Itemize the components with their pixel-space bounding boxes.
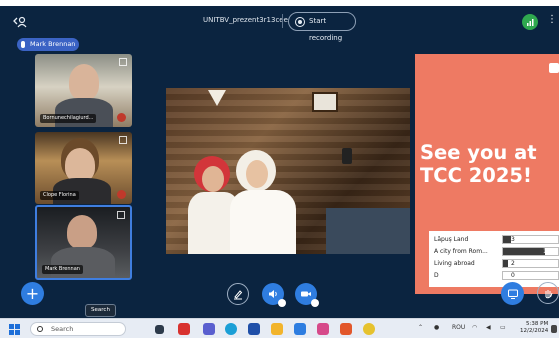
screen: UNITBV_prezent3r13cee Start recording ⋮ … (0, 0, 559, 338)
presenter-badge: Mark Brennan (17, 38, 79, 51)
chat-app-icon[interactable] (317, 323, 329, 335)
phone (342, 148, 352, 164)
shared-photo (166, 88, 410, 254)
monitor-icon (507, 289, 518, 299)
language-indicator[interactable]: ROU (452, 324, 465, 331)
audio-status-badge (278, 299, 286, 307)
tray-arrow-icon[interactable]: ⌃ (418, 324, 423, 331)
explorer-app-icon[interactable] (271, 323, 283, 335)
participant-video (69, 64, 99, 100)
start-recording-label: Start recording (309, 17, 343, 42)
bottom-toolbar: + Search (0, 282, 559, 318)
expand-icon[interactable] (117, 211, 125, 219)
annotate-button[interactable] (227, 283, 249, 305)
meeting-app: UNITBV_prezent3r13cee Start recording ⋮ … (0, 6, 559, 318)
pdf-app-icon[interactable] (178, 323, 190, 335)
poll-option-label: Lăpuș Land (434, 236, 469, 243)
more-options-icon[interactable]: ⋮ (547, 14, 557, 25)
poll-bar: 2 (502, 259, 559, 268)
raised-hand-icon (117, 113, 126, 122)
cloud-app-icon[interactable] (294, 323, 306, 335)
person-left-face (202, 166, 224, 192)
raised-hand-icon (117, 190, 126, 199)
poll-count: 17 (543, 248, 551, 255)
participant-body (51, 247, 115, 278)
participant-video (67, 215, 97, 249)
share-screen-button[interactable] (501, 282, 524, 305)
window-frame (312, 92, 338, 112)
poll-row: Living abroad29% (432, 259, 559, 270)
presentation-slide: See you at TCC 2025! Lăpuș Land314%A cit… (415, 54, 559, 294)
meeting-title: UNITBV_prezent3r13cee (203, 16, 288, 24)
speaker-icon (269, 290, 277, 298)
bench (326, 208, 410, 254)
connection-quality-icon[interactable] (522, 14, 538, 30)
top-bar: UNITBV_prezent3r13cee Start recording ⋮ (0, 6, 559, 42)
raise-hand-button[interactable] (537, 282, 559, 304)
poll-option-label: A city from Rom... (434, 248, 488, 255)
poll-option-label: Living abroad (434, 260, 475, 267)
participant-tile-active[interactable]: Mark Brennan (35, 205, 132, 280)
person-back-icon[interactable] (12, 15, 28, 29)
hand-icon (545, 290, 553, 299)
poll-bar-fill (503, 248, 546, 255)
edge-app-icon[interactable] (225, 323, 237, 335)
taskbar-search-placeholder: Search (51, 325, 74, 333)
notification-icon[interactable] (551, 325, 557, 333)
expand-icon[interactable] (119, 136, 127, 144)
poll-row: D00% (432, 271, 559, 282)
teams-app-icon[interactable] (203, 323, 215, 335)
video-status-badge (311, 299, 319, 307)
poll-row: A city from Rom...1777% (432, 247, 559, 258)
windows-taskbar: Search ⌃ ● ROU ◠ ◀ ▭ 5:38 PM 12/2/2024 (0, 318, 559, 338)
close-slide-icon[interactable] (549, 63, 559, 73)
poll-bar: 17 (502, 247, 559, 256)
clock-time: 5:38 PM (526, 321, 549, 327)
poll-bar: 0 (502, 271, 559, 280)
participant-video (65, 148, 95, 182)
poll-bar-fill (503, 260, 508, 267)
pen-icon (234, 290, 243, 300)
poll-bar-fill (503, 236, 511, 243)
volume-icon[interactable]: ◀ (486, 324, 491, 331)
poll-count: 3 (511, 236, 515, 243)
poll-results: Lăpuș Land314%A city from Rom...1777%Liv… (429, 231, 559, 287)
search-icon (37, 326, 43, 332)
start-recording-button[interactable]: Start recording (288, 12, 356, 42)
taskbar-search[interactable]: Search (30, 322, 126, 336)
wifi-icon[interactable]: ◠ (472, 324, 477, 331)
add-button[interactable]: + (21, 282, 44, 305)
mic-icon (21, 41, 25, 48)
task-view-icon[interactable] (155, 325, 164, 334)
poll-count: 0 (511, 272, 515, 279)
slide-heading: See you at TCC 2025! (420, 141, 537, 187)
office-app-icon[interactable] (340, 323, 352, 335)
participant-tile[interactable]: Bornunechilagiurd... (35, 54, 132, 127)
search-tooltip: Search (85, 304, 116, 317)
chrome-app-icon[interactable] (363, 323, 375, 335)
expand-icon[interactable] (119, 58, 127, 66)
participant-name: Bornunechilagiurd... (40, 114, 97, 123)
participant-name: Clope Florina (40, 191, 79, 200)
person-right-face (246, 160, 268, 188)
location-icon[interactable]: ● (434, 324, 439, 331)
camera-icon (301, 291, 311, 297)
windows-start-icon[interactable] (9, 324, 20, 335)
participant-name: Mark Brennan (42, 265, 83, 274)
meeting-app-icon[interactable] (248, 323, 260, 335)
divider (282, 14, 283, 28)
audio-button[interactable] (262, 283, 286, 307)
poll-count: 2 (511, 260, 515, 267)
clock-date: 12/2/2024 (520, 328, 549, 334)
poll-bar: 3 (502, 235, 559, 244)
presenter-name: Mark Brennan (30, 40, 76, 48)
poll-row: Lăpuș Land314% (432, 235, 559, 246)
record-icon (295, 17, 305, 27)
poll-option-label: D (434, 272, 439, 279)
system-clock[interactable]: 5:38 PM 12/2/2024 (520, 321, 548, 335)
video-button[interactable] (295, 283, 319, 307)
person-right-body (230, 190, 296, 254)
battery-icon[interactable]: ▭ (500, 324, 506, 331)
participant-tile[interactable]: Clope Florina (35, 132, 132, 204)
